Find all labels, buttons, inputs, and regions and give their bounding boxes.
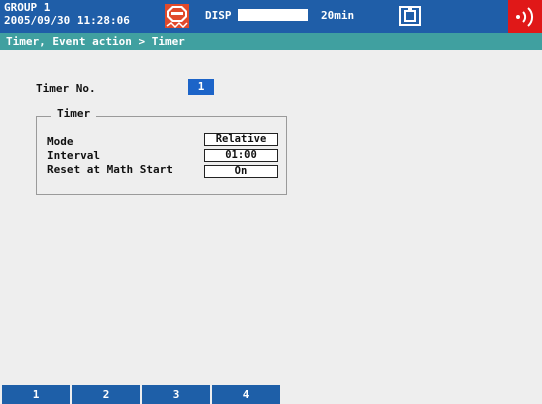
- softkey-1[interactable]: 1: [2, 385, 70, 404]
- mode-label: Mode: [47, 135, 74, 148]
- screen: GROUP 1 2005/09/30 11:28:06 DISP 20min T…: [0, 0, 542, 404]
- display-progress-bar: [238, 9, 308, 21]
- group-name: GROUP 1: [4, 1, 51, 14]
- reset-at-math-start-label: Reset at Math Start: [47, 163, 173, 176]
- interval-field[interactable]: 01:00: [204, 149, 278, 162]
- stop-recording-icon: [165, 4, 189, 28]
- timer-group-title: Timer: [51, 107, 97, 121]
- breadcrumb: Timer, Event action > Timer: [0, 33, 542, 50]
- softkey-2[interactable]: 2: [72, 385, 140, 404]
- date-time: 2005/09/30 11:28:06: [4, 14, 130, 27]
- memory-card-icon: [399, 6, 421, 26]
- display-interval: 20min: [321, 9, 355, 22]
- timer-number-label: Timer No.: [36, 82, 96, 95]
- status-bar: GROUP 1 2005/09/30 11:28:06 DISP 20min: [0, 0, 542, 33]
- softkey-3[interactable]: 3: [142, 385, 210, 404]
- display-mode-label: DISP: [205, 9, 232, 22]
- softkey-4[interactable]: 4: [212, 385, 280, 404]
- mode-field[interactable]: Relative: [204, 133, 278, 146]
- timer-number-field[interactable]: 1: [188, 79, 214, 95]
- softkey-bar: 1 2 3 4: [0, 385, 280, 404]
- interval-label: Interval: [47, 149, 100, 162]
- alarm-signal-icon: [508, 0, 542, 33]
- reset-at-math-start-field[interactable]: On: [204, 165, 278, 178]
